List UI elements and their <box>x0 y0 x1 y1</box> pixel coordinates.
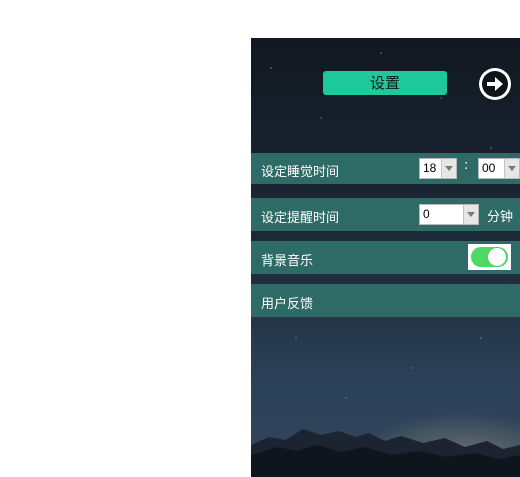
time-separator: : <box>464 158 469 173</box>
sleep-time-row: 设定睡觉时间 18 : 00 <box>251 153 520 184</box>
reminder-time-label: 设定提醒时间 <box>261 211 340 226</box>
toggle-knob <box>488 248 506 266</box>
background-music-label: 背景音乐 <box>261 254 314 269</box>
chevron-down-icon <box>504 159 519 178</box>
settings-title-button[interactable]: 设置 <box>323 71 447 95</box>
settings-screen: 设置 设定睡觉时间 18 : 00 设定提醒时间 0 分钟 背景音乐 用户反馈 <box>251 38 520 477</box>
next-button[interactable] <box>479 68 511 100</box>
background-music-toggle[interactable] <box>468 244 511 270</box>
background-music-row: 背景音乐 <box>251 241 520 274</box>
sleep-minute-select[interactable]: 00 <box>478 158 520 179</box>
chevron-down-icon <box>441 159 456 178</box>
mountain-silhouette <box>251 429 520 477</box>
feedback-label: 用户反馈 <box>261 297 314 312</box>
sleep-time-label: 设定睡觉时间 <box>261 165 340 180</box>
chevron-down-icon <box>463 205 478 224</box>
reminder-minutes-select[interactable]: 0 <box>419 204 479 225</box>
sleep-hour-select[interactable]: 18 <box>419 158 457 179</box>
reminder-unit-label: 分钟 <box>487 210 514 225</box>
reminder-time-row: 设定提醒时间 0 分钟 <box>251 198 520 231</box>
feedback-row[interactable]: 用户反馈 <box>251 284 520 317</box>
arrow-right-circle-icon <box>482 71 508 97</box>
